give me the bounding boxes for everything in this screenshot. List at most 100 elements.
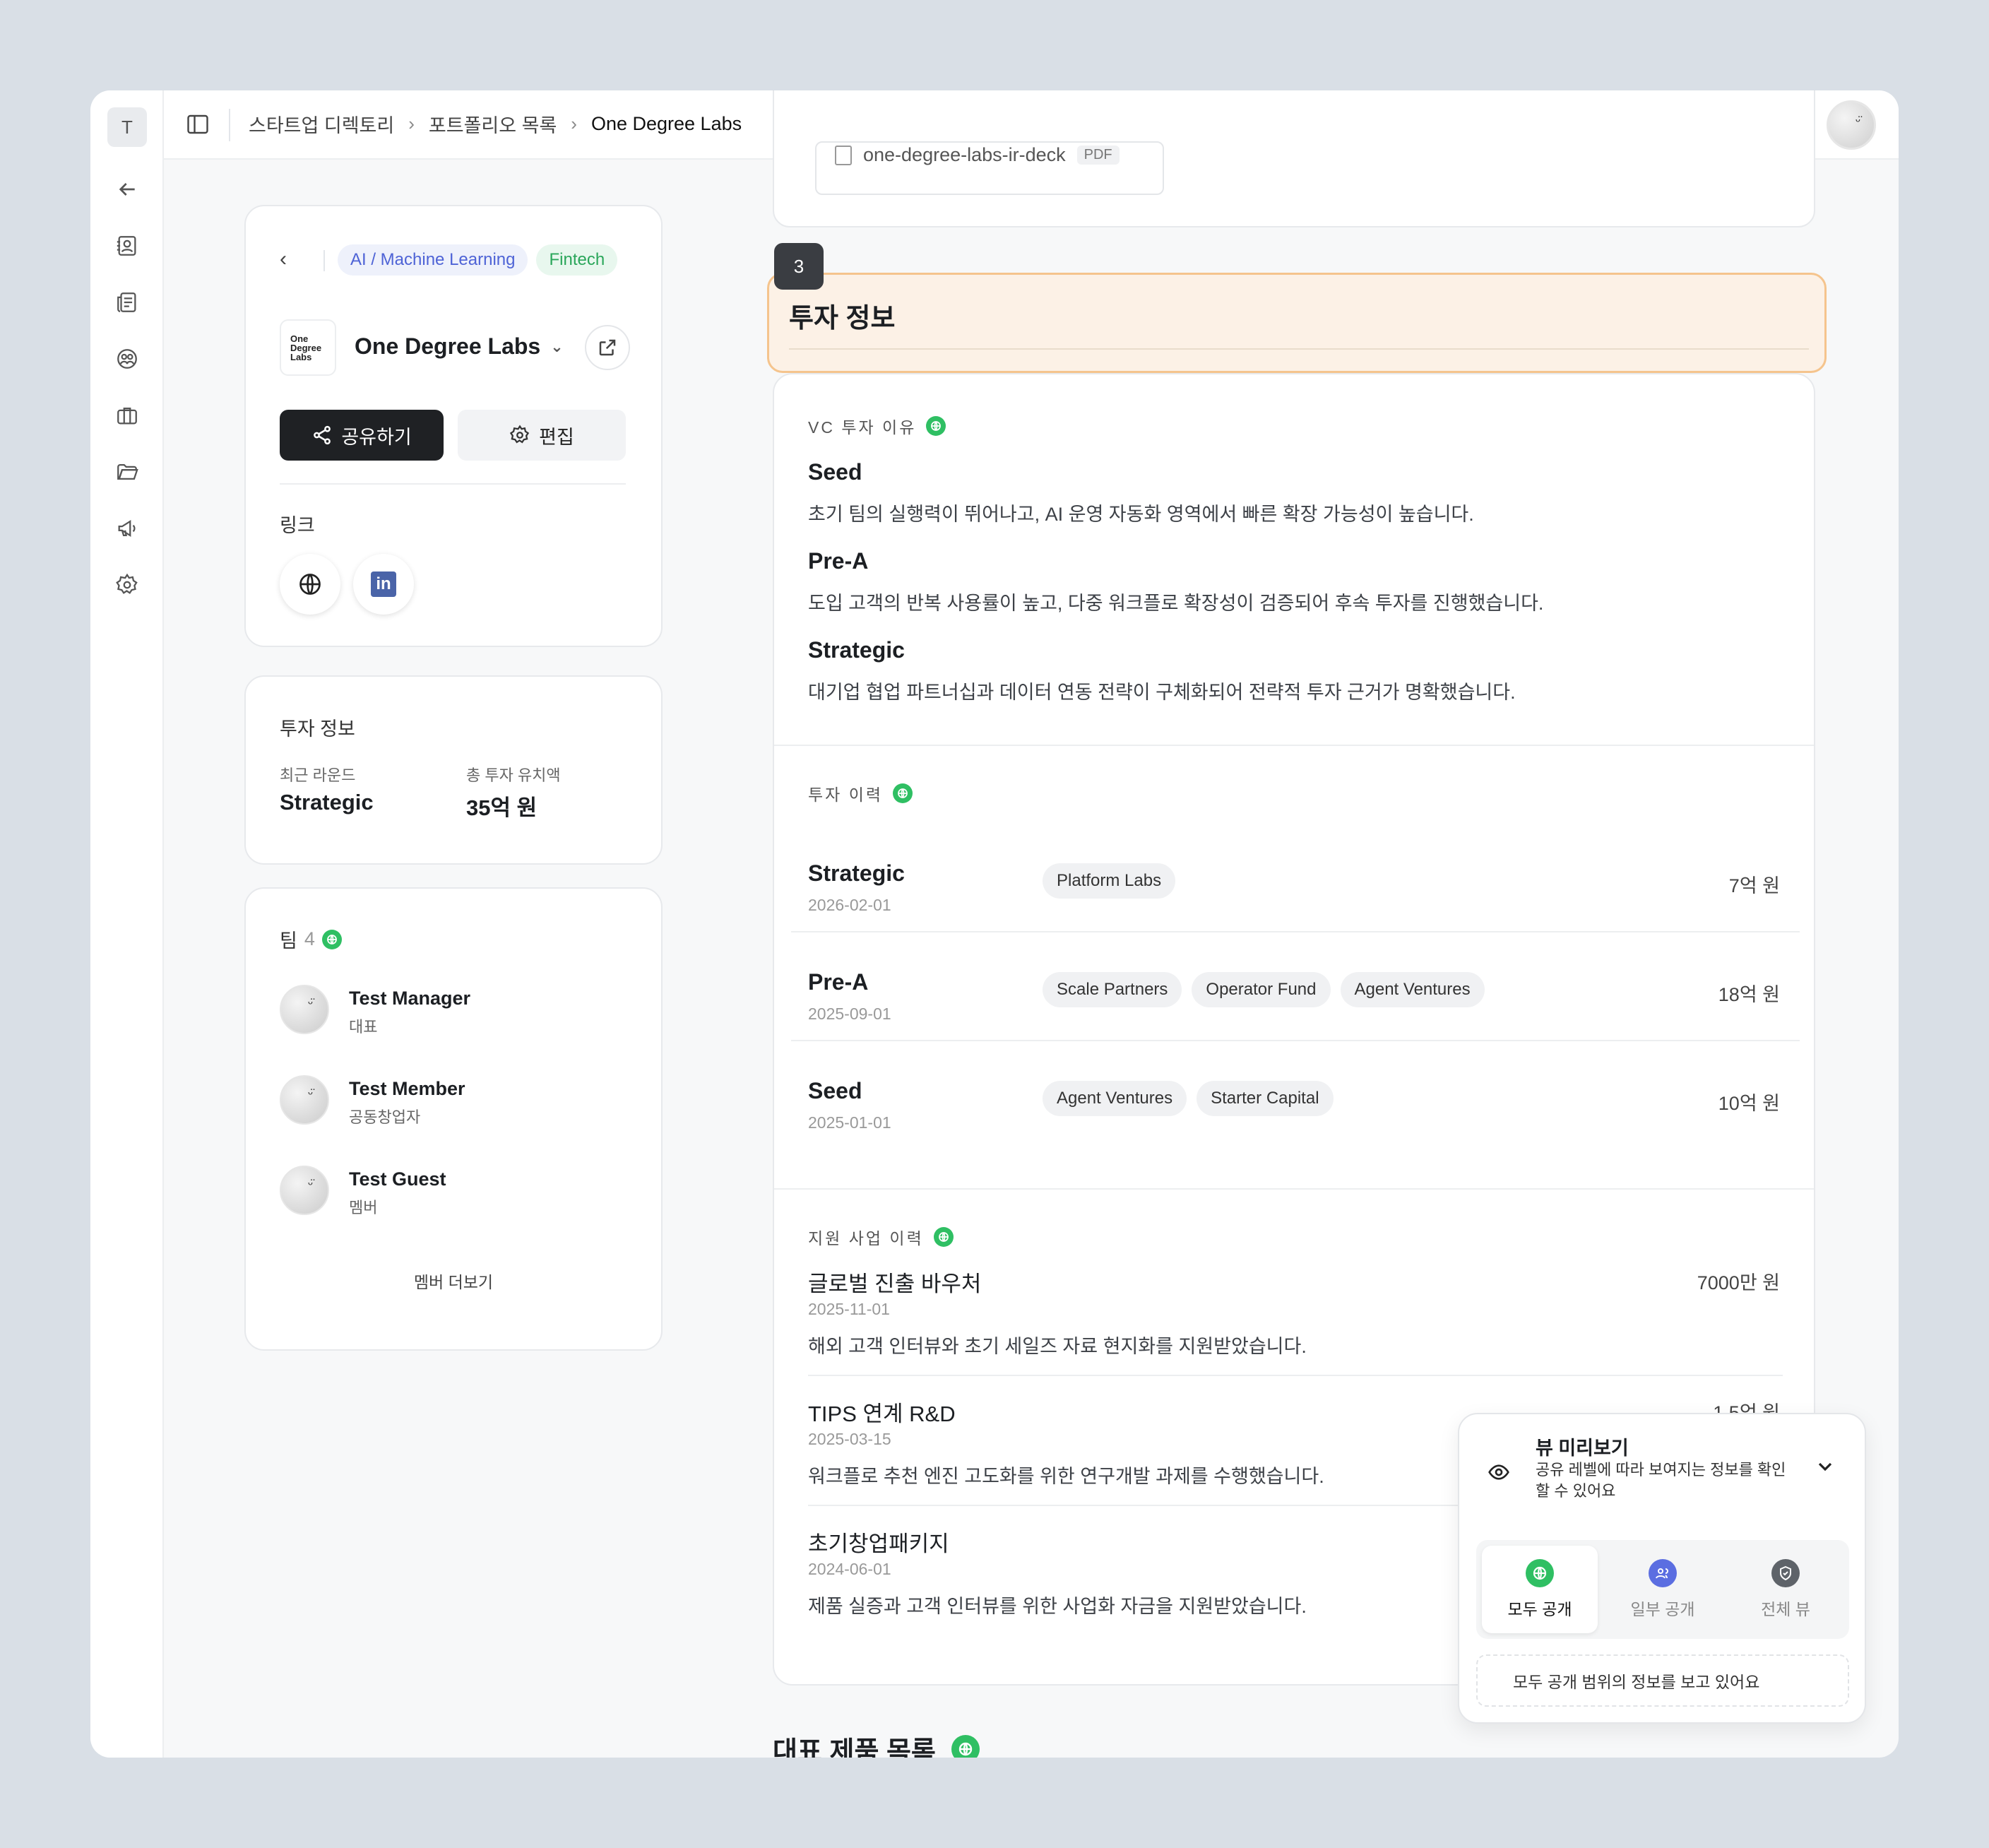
investor-chip[interactable]: Starter Capital [1197, 1081, 1334, 1116]
edit-button[interactable]: 편집 [458, 410, 626, 461]
sidebar-toggle-icon[interactable] [185, 112, 210, 137]
breadcrumb-item[interactable]: 포트폴리오 목록 [429, 110, 557, 138]
grant-date: 2025-11-01 [808, 1300, 890, 1318]
team-header: 팀 4 [280, 925, 342, 953]
grant-title: 초기창업패키지 [808, 1532, 949, 1556]
external-link-icon [599, 339, 616, 356]
eye-icon [1488, 1461, 1510, 1487]
chevron-right-icon: › [408, 113, 415, 134]
globe-icon [1526, 1559, 1554, 1587]
app-window: T 스타트업 디렉토리 › 포트폴리오 목록 › One Degree Labs… [90, 90, 1899, 1758]
member-name[interactable]: Test Manager [349, 988, 470, 1009]
nav-rail: T [90, 90, 164, 1758]
contacts-icon[interactable] [113, 232, 141, 260]
tag-fintech: Fintech [536, 244, 618, 276]
member-avatar[interactable]: ᵕ̈ [280, 1166, 329, 1215]
file-icon [835, 145, 852, 165]
member-name[interactable]: Test Guest [349, 1168, 446, 1190]
history-amount: 10억 원 [1718, 1093, 1780, 1114]
news-icon[interactable] [113, 288, 141, 316]
investor-list: Platform Labs [1043, 863, 1185, 899]
option-partial[interactable]: 일부 공개 [1605, 1546, 1721, 1633]
tag-ai: AI / Machine Learning [338, 244, 528, 276]
vc-reason-round: Seed [808, 459, 862, 485]
invest-summary-title: 투자 정보 [280, 718, 355, 740]
company-card: ‹ AI / Machine Learning Fintech One Degr… [244, 205, 663, 647]
company-name-dropdown[interactable]: One Degree Labs ⌄ [355, 333, 564, 360]
back-arrow-icon[interactable] [113, 175, 141, 203]
section-title: 투자 정보 [789, 304, 896, 333]
share-button[interactable]: 공유하기 [280, 410, 444, 461]
total-invest-label: 총 투자 유치액 [466, 766, 561, 784]
gear-icon [509, 425, 530, 444]
workspace-switcher[interactable]: T [107, 107, 147, 147]
history-amount: 18억 원 [1718, 984, 1780, 1005]
globe-icon [299, 574, 321, 595]
investor-chip[interactable]: Platform Labs [1043, 863, 1176, 899]
grant-title: 글로벌 진출 바우처 [808, 1272, 982, 1296]
recent-round-label: 최근 라운드 [280, 766, 356, 784]
option-public[interactable]: 모두 공개 [1482, 1546, 1598, 1633]
share-label: 공유하기 [341, 426, 412, 448]
users-icon [1649, 1559, 1677, 1587]
smile-face-icon: ᵕ̈ [1856, 114, 1860, 128]
back-chevron-icon[interactable]: ‹ [280, 247, 287, 271]
member-avatar[interactable]: ᵕ̈ [280, 1075, 329, 1125]
vc-reason-text: 대기업 협업 파트너십과 데이터 연동 전략이 구체화되어 전략적 투자 근거가… [808, 682, 1516, 703]
briefcase-icon[interactable] [113, 401, 141, 430]
grant-title: TIPS 연계 R&D [808, 1402, 956, 1426]
user-avatar[interactable]: ᵕ̈ [1827, 100, 1876, 150]
member-name[interactable]: Test Member [349, 1078, 465, 1100]
divider [280, 483, 626, 485]
tag-list: AI / Machine Learning Fintech [338, 244, 618, 276]
users-circle-icon[interactable] [113, 345, 141, 373]
logo-wordmark: One Degree Labs [290, 333, 322, 362]
linkedin-link-button[interactable]: in [353, 554, 414, 615]
grants-label: 지원 사업 이력 [808, 1229, 924, 1248]
team-title: 팀 [280, 930, 297, 952]
breadcrumb-item[interactable]: 스타트업 디렉토리 [249, 110, 394, 138]
grant-date: 2025-03-15 [808, 1430, 891, 1448]
option-label: 전체 뷰 [1761, 1600, 1810, 1618]
file-card: one-degree-labs-ir-deck PDF [773, 90, 1815, 227]
megaphone-icon[interactable] [113, 514, 141, 543]
divider [229, 109, 230, 141]
history-round: Seed [808, 1078, 862, 1103]
open-external-button[interactable] [585, 325, 630, 370]
public-globe-icon [951, 1734, 980, 1758]
investor-chip[interactable]: Agent Ventures [1340, 972, 1485, 1007]
investor-chip[interactable]: Operator Fund [1192, 972, 1331, 1007]
gear-icon[interactable] [113, 571, 141, 599]
chevron-down-icon: ⌄ [550, 337, 564, 355]
company-name: One Degree Labs [355, 333, 541, 359]
website-link-button[interactable] [280, 554, 340, 615]
divider [323, 250, 325, 271]
grant-text: 해외 고객 인터뷰와 초기 세일즈 자료 현지화를 지원받았습니다. [808, 1336, 1307, 1357]
investor-chip[interactable]: Scale Partners [1043, 972, 1182, 1007]
public-globe-icon [321, 929, 342, 949]
grant-date: 2024-06-01 [808, 1560, 891, 1578]
more-members-button[interactable]: 멤버 더보기 [246, 1269, 661, 1293]
collapse-chevron-icon[interactable] [1814, 1455, 1836, 1481]
edit-label: 편집 [539, 426, 574, 448]
company-logo: One Degree Labs [280, 319, 336, 376]
total-invest-value: 35억 원 [466, 795, 538, 820]
vc-reason-round: Pre-A [808, 548, 869, 574]
file-chip[interactable]: one-degree-labs-ir-deck PDF [815, 141, 1164, 195]
public-globe-icon [926, 416, 946, 436]
history-date: 2025-09-01 [808, 1005, 891, 1023]
investor-chip[interactable]: Agent Ventures [1043, 1081, 1187, 1116]
links-title: 링크 [280, 515, 315, 536]
member-role: 공동창업자 [349, 1108, 421, 1126]
member-avatar[interactable]: ᵕ̈ [280, 985, 329, 1034]
option-full[interactable]: 전체 뷰 [1728, 1546, 1843, 1633]
member-role: 멤버 [349, 1199, 378, 1216]
folder-icon[interactable] [113, 458, 141, 486]
history-amount: 7억 원 [1728, 875, 1780, 896]
shield-icon [1771, 1559, 1800, 1587]
linkedin-icon: in [371, 571, 396, 597]
share-level-segmented-control: 모두 공개 일부 공개 전체 뷰 [1476, 1540, 1849, 1639]
products-header: 대표 제품 목록 [773, 1729, 980, 1758]
breadcrumb-current: One Degree Labs [590, 113, 742, 134]
history-round: Strategic [808, 860, 905, 886]
